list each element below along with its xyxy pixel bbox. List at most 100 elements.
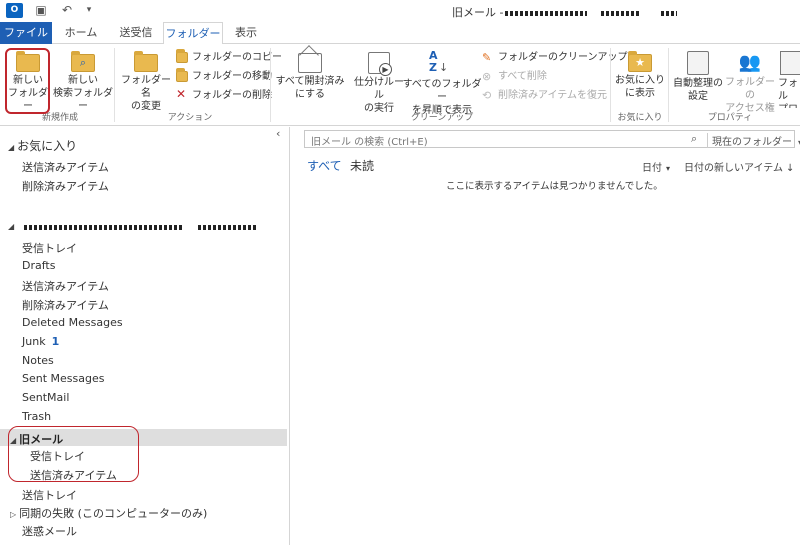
run-rules-label: 仕分けルール の実行 <box>354 77 404 114</box>
properties-icon <box>780 51 800 75</box>
run-rules-button[interactable]: ▶ 仕分けルール の実行 <box>352 48 406 114</box>
folder-sentmail[interactable]: SentMail <box>22 391 69 404</box>
customize-qat-icon[interactable]: ▾ <box>82 4 96 17</box>
redacted-scribble <box>505 10 588 16</box>
account-header[interactable]: ◢ <box>8 222 278 234</box>
search-scope-label: 現在のフォルダー <box>712 137 792 148</box>
group-label-properties: プロパティ <box>707 113 753 123</box>
ribbon-tab-row: ファイル ホーム 送受信 フォルダー 表示 <box>0 22 800 45</box>
copy-folder-icon <box>176 49 188 63</box>
group-divider <box>270 48 271 122</box>
folder-deleted-messages[interactable]: Deleted Messages <box>22 316 123 329</box>
folder-cleanup-label: フォルダーのクリーンアップ <box>498 52 628 63</box>
redacted-scribble <box>661 10 678 16</box>
arrow-down-icon: ↓ <box>786 163 795 174</box>
rename-folder-label: フォルダー名 の変更 <box>121 75 171 112</box>
sort-order-label: 日付の新しいアイテム <box>684 163 783 174</box>
group-label-action: アクション <box>167 113 213 123</box>
expand-arrow-icon: ◢ <box>8 222 15 231</box>
folder-sent-items[interactable]: 送信済みアイテム <box>22 278 109 294</box>
rename-folder-button[interactable]: フォルダー名 の変更 <box>118 48 174 112</box>
favorite-deleted-items[interactable]: 削除済みアイテム <box>22 178 109 194</box>
search-input[interactable]: 旧メール の検索 (Ctrl+E) <box>311 133 428 148</box>
redacted-account-name <box>198 225 258 230</box>
title-bar: O ▣ ↶ ▾ 旧メール - <box>0 0 800 22</box>
new-search-folder-label: 新しい 検索フォルダー <box>53 75 113 112</box>
favorites-header[interactable]: ◢ お気に入り <box>8 137 77 154</box>
restore-icon: ⟲ <box>482 89 492 102</box>
folder-pane: ‹ ◢ お気に入り 送信済みアイテム 削除済みアイテム ◢ 受信トレイ Draft… <box>0 127 290 545</box>
favorites-header-label: お気に入り <box>17 139 78 153</box>
sort-order-toggle[interactable]: 日付の新しいアイテム ↓ <box>684 159 794 174</box>
search-icon[interactable]: ⌕ <box>691 132 697 146</box>
folder-permissions-button[interactable]: 👥 フォルダーの アクセス権 <box>722 48 778 114</box>
mark-all-read-button[interactable]: すべて開封済み にする <box>274 45 346 108</box>
new-search-folder-button[interactable]: ⌕ 新しい 検索フォルダー <box>52 48 114 112</box>
folder-deleted-items[interactable]: 削除済みアイテム <box>22 297 109 313</box>
tab-send-receive[interactable]: 送受信 <box>108 22 164 44</box>
folder-trash[interactable]: Trash <box>22 410 51 423</box>
folder-inbox[interactable]: 受信トレイ <box>22 240 77 256</box>
tab-home[interactable]: ホーム <box>56 22 106 44</box>
filter-all[interactable]: すべて <box>307 157 342 174</box>
delete-all-button[interactable]: ⊗ すべて削除 <box>482 69 547 84</box>
sort-folders-button[interactable]: A Z ↓ すべてのフォルダー を昇順で表示 <box>402 48 482 117</box>
redacted-scribble <box>601 10 642 16</box>
mark-all-read-label: すべて開封済み にする <box>275 76 345 100</box>
delete-folder-button[interactable]: ✕ フォルダーの削除 <box>176 88 272 103</box>
sort-by-label: 日付 <box>642 163 662 174</box>
folder-junk-label: Junk <box>22 335 46 348</box>
favorite-sent-items[interactable]: 送信済みアイテム <box>22 159 109 175</box>
undo-icon[interactable]: ↶ <box>60 4 74 17</box>
window-title-text: 旧メール - <box>452 6 504 19</box>
redacted-account-name <box>24 225 184 230</box>
tab-view[interactable]: 表示 <box>226 22 266 44</box>
sort-by-dropdown[interactable]: 日付 ▾ <box>642 159 670 174</box>
window-title: 旧メール - <box>452 4 678 20</box>
group-divider <box>114 48 115 122</box>
delete-all-icon: ⊗ <box>482 70 492 83</box>
collapsed-arrow-icon: ▷ <box>10 510 17 519</box>
folder-junk[interactable]: Junk 1 <box>22 335 59 348</box>
autoarchive-settings-button[interactable]: 自動整理の 設定 <box>670 48 726 108</box>
show-in-favorites-button[interactable]: ★ お気に入り に表示 <box>614 48 666 108</box>
tab-file[interactable]: ファイル <box>0 22 52 44</box>
search-box[interactable]: 旧メール の検索 (Ctrl+E) ⌕ 現在のフォルダー▾ <box>304 130 800 148</box>
chevron-down-icon: ▾ <box>666 164 671 173</box>
cleanup-icon: ✎ <box>482 51 492 64</box>
autoarchive-label: 自動整理の 設定 <box>673 78 723 102</box>
search-scope-dropdown[interactable]: 現在のフォルダー▾ <box>707 133 800 148</box>
people-icon: 👥 <box>738 52 762 73</box>
sort-az-icon: A Z ↓ <box>429 49 449 74</box>
delete-all-label: すべて削除 <box>498 71 547 82</box>
expand-arrow-icon: ◢ <box>8 143 15 152</box>
ribbon: 新しい フォルダー ⌕ 新しい 検索フォルダー 新規作成 フォルダー名 の変更 … <box>0 44 800 126</box>
rules-icon: ▶ <box>368 52 392 76</box>
delete-folder-label: フォルダーの削除 <box>192 90 272 101</box>
copy-folder-button[interactable]: フォルダーのコピー <box>176 49 282 65</box>
folder-notes[interactable]: Notes <box>22 354 54 367</box>
folder-sync-issues-label: 同期の失敗 (このコンピューターのみ) <box>19 507 208 520</box>
group-label-cleanup: クリーンアップ <box>410 113 474 123</box>
move-folder-button[interactable]: フォルダーの移動 <box>176 68 272 84</box>
show-in-favorites-label: お気に入り に表示 <box>615 75 665 99</box>
folder-sync-issues[interactable]: ▷ 同期の失敗 (このコンピューターのみ) <box>10 505 207 521</box>
tab-folder[interactable]: フォルダー <box>163 22 223 45</box>
filter-unread[interactable]: 未読 <box>350 157 374 174</box>
folder-drafts[interactable]: Drafts <box>22 259 55 272</box>
folder-sent-messages[interactable]: Sent Messages <box>22 372 104 385</box>
archive-cabinet-icon <box>687 51 709 75</box>
copy-folder-label: フォルダーのコピー <box>192 52 282 63</box>
folder-outbox[interactable]: 送信トレイ <box>22 487 77 503</box>
move-folder-icon <box>176 68 188 82</box>
delete-folder-icon: ✕ <box>176 87 187 101</box>
restore-deleted-button[interactable]: ⟲ 削除済みアイテムを復元 <box>482 88 607 103</box>
collapse-pane-icon[interactable]: ‹ <box>276 127 280 140</box>
outlook-app-icon[interactable]: O <box>6 3 23 18</box>
folder-properties-button[interactable]: フォル プロ <box>778 48 800 108</box>
send-receive-icon[interactable]: ▣ <box>34 4 48 17</box>
rename-folder-icon <box>134 51 158 72</box>
folder-junk-email[interactable]: 迷惑メール <box>22 523 77 539</box>
envelope-open-icon <box>298 45 322 73</box>
unread-count-badge: 1 <box>51 335 60 348</box>
